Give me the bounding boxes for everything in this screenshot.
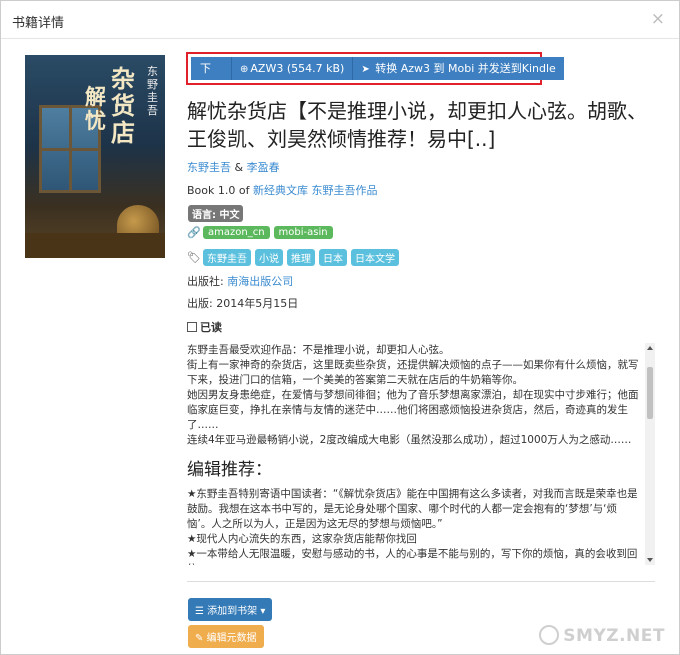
tag-badge[interactable]: 日本 [319, 249, 347, 266]
convert-send-label: 转换 Azw3 到 Mobi 并发送到Kindle [375, 62, 556, 75]
series-link-2[interactable]: 东野圭吾作品 [311, 184, 377, 197]
identifier-row: 🔗 amazon_cn mobi-asin [187, 226, 337, 239]
description-paragraph: 她因男友身患绝症，在爱情与梦想间徘徊；他为了音乐梦想离家漂泊，却在现实中寸步难行… [187, 389, 639, 431]
description-paragraph: 东野圭吾最受欢迎作品：不是推理小说，却更扣人心弦。 [187, 344, 450, 356]
download-bar: 下载： ⊕ AZW3 (554.7 kB) ➤ 转换 Azw3 到 Mobi 并发… [186, 52, 564, 98]
description-paragraph: 街上有一家神奇的杂货店，这里既卖些杂货，还提供解决烦恼的点子——如果你有什么烦恼… [187, 359, 639, 386]
book-details-modal: 书籍详情 × 解忧 杂货店 东野圭吾 下载： ⊕ AZW3 (554.7 kB) … [0, 0, 680, 655]
series-link-1[interactable]: 新经典文库 [253, 184, 308, 197]
scroll-up-icon[interactable] [647, 346, 653, 350]
send-icon: ➤ [361, 64, 370, 75]
cover-title-sub: 杂货店 [111, 64, 135, 147]
language-badge: 语言: 中文 [188, 205, 244, 222]
description-paragraph: 连续4年亚马逊最畅销小说，2度改编成大电影（虽然没那么成功），超过1000万人为… [187, 434, 632, 446]
read-status[interactable]: 已读 [187, 319, 222, 335]
description-paragraph: ★现代人内心流失的东西，这家杂货店能帮你找回 [187, 533, 417, 545]
edit-metadata-label: 编辑元数据 [206, 633, 257, 644]
series-prefix: Book 1.0 of [187, 184, 253, 197]
download-icon: ⊕ [240, 64, 249, 75]
caret-down-icon: ▾ [260, 606, 266, 617]
author-separator: & [231, 161, 247, 174]
tag-badge[interactable]: 日本文学 [351, 249, 399, 266]
tags-icon: 🏷 [187, 251, 201, 264]
modal-title: 书籍详情 [12, 16, 65, 31]
editor-recommendation-heading: 编辑推荐： [187, 460, 272, 480]
tag-badge[interactable]: 推理 [287, 249, 315, 266]
tag-badge[interactable]: 东野圭吾 [203, 249, 251, 266]
edit-metadata-button[interactable]: ✎ 编辑元数据 [188, 625, 264, 648]
scrollbar-thumb[interactable] [647, 367, 653, 419]
description-paragraph: ★东野圭吾特别寄语中国读者：“《解忧杂货店》能在中国拥有这么多读者，对我而言既是… [187, 488, 638, 530]
link-icon: 🔗 [187, 226, 201, 239]
download-label: 下载： [191, 57, 232, 98]
download-azw3-label: AZW3 (554.7 kB) [250, 62, 345, 75]
book-title: 解忧杂货店【不是推理小说，却更扣人心弦。胡歌、王俊凯、刘昊然倾情推荐！易中[..… [187, 99, 647, 151]
book-series: Book 1.0 of 新经典文库 东野圭吾作品 [187, 182, 377, 198]
author-link-1[interactable]: 东野圭吾 [187, 161, 231, 174]
read-label: 已读 [200, 321, 222, 334]
convert-send-kindle-button[interactable]: ➤ 转换 Azw3 到 Mobi 并发送到Kindle [353, 57, 564, 80]
read-checkbox[interactable] [187, 322, 197, 332]
publisher-link[interactable]: 南海出版公司 [227, 275, 293, 288]
description-panel[interactable]: 东野圭吾最受欢迎作品：不是推理小说，却更扣人心弦。 街上有一家神奇的杂货店，这里… [187, 343, 655, 565]
tag-row: 🏷 东野圭吾 小说 推理 日本 日本文学 [187, 249, 403, 266]
watermark-logo-icon [539, 625, 560, 645]
description-scrollbar[interactable] [645, 343, 655, 565]
cover-title-main: 解忧 [85, 84, 106, 133]
publisher-label: 出版社: [187, 275, 228, 288]
site-watermark: SMYZ.NET [539, 625, 665, 646]
close-icon[interactable]: × [651, 9, 665, 29]
description-paragraph: ★一本带给人无限温暖，安慰与感动的书，人的心事是不能与别的，写下你的烦恼，真的会… [187, 548, 638, 565]
identifier-badge[interactable]: mobi-asin [273, 226, 333, 239]
book-cover[interactable]: 解忧 杂货店 东野圭吾 [25, 55, 165, 258]
edit-icon: ✎ [195, 633, 204, 644]
cover-author: 东野圭吾 [147, 65, 158, 117]
add-to-shelf-button[interactable]: ☰ 添加到书架 ▾ [188, 598, 273, 621]
cover-desk-art [25, 233, 165, 258]
publisher-row: 出版社: 南海出版公司 [187, 273, 293, 289]
divider [187, 581, 655, 582]
book-authors: 东野圭吾 & 李盈春 [187, 159, 280, 175]
publish-date: 出版: 2014年5月15日 [187, 297, 299, 310]
author-link-2[interactable]: 李盈春 [247, 161, 280, 174]
tag-badge[interactable]: 小说 [255, 249, 283, 266]
watermark-text: SMYZ.NET [563, 626, 665, 646]
scroll-down-icon[interactable] [647, 558, 653, 562]
list-icon: ☰ [195, 606, 204, 617]
description-text: 东野圭吾最受欢迎作品：不是推理小说，却更扣人心弦。 街上有一家神奇的杂货店，这里… [187, 343, 641, 565]
download-azw3-button[interactable]: ⊕ AZW3 (554.7 kB) [232, 57, 354, 80]
identifier-badge[interactable]: amazon_cn [203, 226, 270, 239]
add-to-shelf-label: 添加到书架 [207, 606, 258, 617]
modal-header: 书籍详情 × [1, 1, 679, 39]
